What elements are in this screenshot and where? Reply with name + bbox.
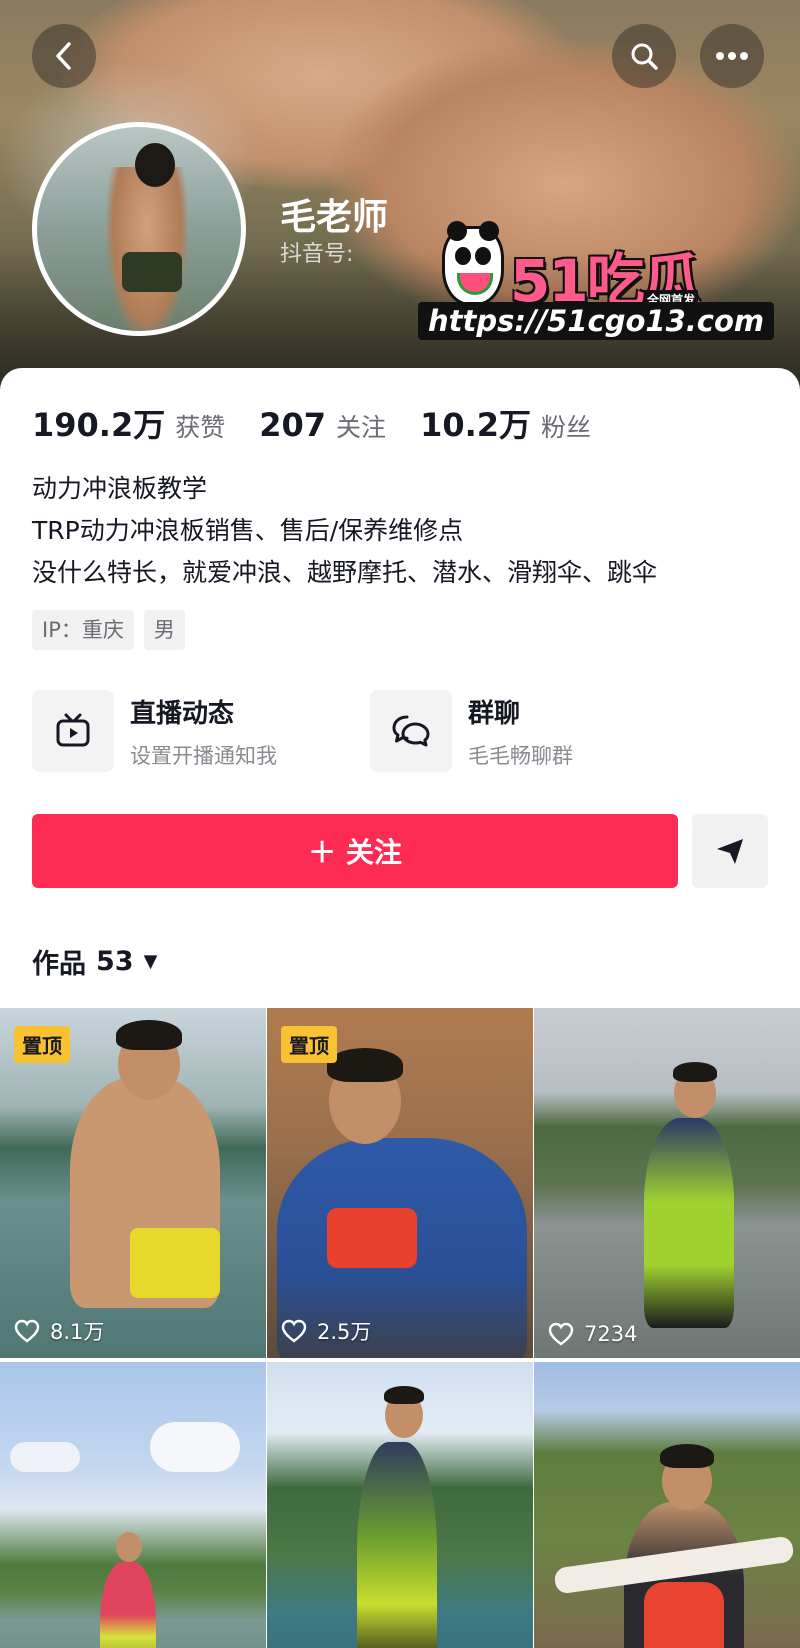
chat-icon-box: [370, 690, 452, 772]
group-chat-entry[interactable]: 群聊 毛毛畅聊群: [370, 690, 573, 772]
avatar-head: [135, 143, 175, 187]
video-thumbnail[interactable]: [534, 1362, 800, 1648]
more-button[interactable]: [700, 24, 764, 88]
stat-following[interactable]: 207 关注: [259, 406, 386, 444]
bio: 动力冲浪板教学 TRP动力冲浪板销售、售后/保养维修点 没什么特长，就爱冲浪、越…: [32, 468, 657, 594]
thumbnail-motorbike: [644, 1582, 724, 1648]
send-arrow-icon: [717, 839, 743, 864]
panda-logo-icon: [442, 221, 504, 306]
stats-row: 190.2万 获赞 207 关注 10.2万 粉丝: [32, 400, 625, 446]
pinned-badge: 置顶: [281, 1026, 337, 1063]
thumbnail-face: [116, 1532, 142, 1562]
caret-down-icon: ▼: [143, 951, 158, 972]
thumbnail-hair: [673, 1062, 717, 1082]
stat-label: 获赞: [175, 413, 226, 442]
thumbnail-person: [644, 1118, 734, 1328]
thumbnail-shorts: [130, 1228, 220, 1298]
follow-button[interactable]: ＋ 关注: [32, 814, 678, 888]
video-grid: 置顶 8.1万 置顶 2.5万 7234: [0, 1008, 800, 1648]
stat-number: 10.2万: [420, 406, 532, 444]
gender-tag: 男: [143, 610, 185, 650]
more-dots-icon: [716, 52, 748, 60]
thumbnail-hair: [327, 1048, 403, 1082]
chat-icon: [392, 715, 430, 747]
works-tab[interactable]: 作品 53 ▼: [32, 942, 157, 981]
stat-number: 190.2万: [32, 406, 166, 444]
video-thumbnail[interactable]: 7234: [534, 1008, 800, 1358]
stat-likes[interactable]: 190.2万 获赞: [32, 400, 225, 446]
thumbnail-person: [100, 1562, 156, 1648]
thumbnail-person: [357, 1442, 437, 1648]
live-updates-entry[interactable]: 直播动态 设置开播通知我: [32, 690, 277, 772]
stat-label: 粉丝: [541, 413, 592, 442]
likes-count: 8.1万: [50, 1320, 105, 1344]
stat-label: 关注: [336, 413, 387, 442]
video-thumbnail[interactable]: 置顶 2.5万: [267, 1008, 533, 1358]
feature-title: 群聊: [468, 698, 521, 729]
chevron-left-icon: [56, 42, 71, 70]
video-thumbnail[interactable]: [267, 1362, 533, 1648]
search-icon: [631, 43, 658, 70]
thumbnail-cloud: [150, 1422, 240, 1472]
video-thumbnail[interactable]: [0, 1362, 266, 1648]
live-icon-box: [32, 690, 114, 772]
thumbnail-hair: [384, 1386, 424, 1404]
works-count: 53: [96, 946, 134, 977]
heart-icon: [548, 1322, 574, 1346]
profile-card: 190.2万 获赞 207 关注 10.2万 粉丝 动力冲浪板教学 TRP动力冲…: [0, 368, 800, 1648]
back-button[interactable]: [32, 24, 96, 88]
feature-title: 直播动态: [130, 698, 235, 729]
works-label: 作品: [32, 949, 86, 980]
thumbnail-hair: [660, 1444, 714, 1468]
heart-icon: [14, 1319, 40, 1343]
video-likes: 7234: [548, 1322, 637, 1346]
likes-count: 2.5万: [317, 1320, 372, 1344]
stat-number: 207: [259, 406, 327, 444]
watermark-url: https://51cgo13.com: [418, 302, 775, 340]
feature-subtitle: 毛毛畅聊群: [468, 743, 573, 768]
douyin-id[interactable]: 抖音号:: [280, 236, 353, 268]
video-thumbnail[interactable]: 置顶 8.1万: [0, 1008, 266, 1358]
bio-line: TRP动力冲浪板销售、售后/保养维修点: [32, 516, 464, 545]
avatar[interactable]: [32, 122, 246, 336]
profile-tags: IP：重庆 男: [32, 610, 195, 650]
pinned-badge: 置顶: [14, 1026, 70, 1063]
avatar-shorts: [122, 252, 182, 292]
live-tv-icon: [56, 713, 90, 747]
video-likes: 2.5万: [281, 1316, 371, 1346]
share-button[interactable]: [692, 814, 768, 888]
bio-line: 没什么特长，就爱冲浪、越野摩托、潜水、滑翔伞、跳伞: [32, 558, 658, 587]
profile-name: 毛老师: [280, 197, 389, 238]
watermark: 51吃瓜 全网首发 https://51cgo13.com: [418, 221, 775, 341]
thumbnail-logo-patch: [327, 1208, 417, 1268]
thumbnail-hair: [116, 1020, 182, 1050]
heart-icon: [281, 1319, 307, 1343]
stat-followers[interactable]: 10.2万 粉丝: [420, 400, 591, 446]
feature-subtitle: 设置开播通知我: [130, 743, 277, 768]
video-likes: 8.1万: [14, 1316, 104, 1346]
search-button[interactable]: [612, 24, 676, 88]
thumbnail-cloud: [10, 1442, 80, 1472]
likes-count: 7234: [584, 1322, 638, 1346]
ip-tag: IP：重庆: [32, 610, 134, 650]
bio-line: 动力冲浪板教学: [32, 474, 208, 503]
